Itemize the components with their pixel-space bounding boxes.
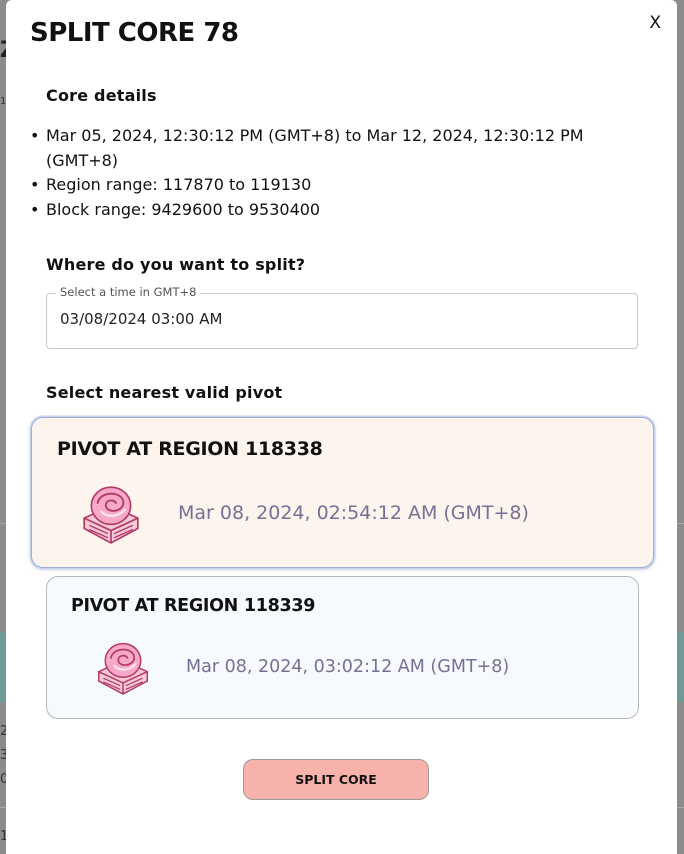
pivot-option-selected[interactable]: PIVOT AT REGION 118338 Mar 08, 2024, 02:… [31,417,654,568]
modal-title: SPLIT CORE 78 [30,18,239,48]
split-time-input[interactable] [60,310,620,328]
pivot-option[interactable]: PIVOT AT REGION 118339 Mar 08, 2024, 03:… [46,576,639,719]
split-time-field: Select a time in GMT+8 [46,285,638,349]
detail-item-region-range: Region range: 117870 to 119130 [30,173,626,198]
close-button[interactable]: X [649,13,661,33]
pivot-title: PIVOT AT REGION 118339 [71,596,316,616]
core-icon [83,486,139,544]
pivot-time: Mar 08, 2024, 02:54:12 AM (GMT+8) [178,502,529,524]
detail-item-period: Mar 05, 2024, 12:30:12 PM (GMT+8) to Mar… [30,124,626,173]
core-icon [97,642,149,695]
split-core-modal: SPLIT CORE 78 X Core details Mar 05, 202… [6,0,677,854]
split-core-button[interactable]: SPLIT CORE [243,759,429,800]
split-time-heading: Where do you want to split? [46,255,306,274]
split-time-label: Select a time in GMT+8 [56,285,201,299]
pivot-heading: Select nearest valid pivot [46,383,283,402]
core-details-heading: Core details [46,86,157,105]
pivot-title: PIVOT AT REGION 118338 [57,438,323,460]
pivot-time: Mar 08, 2024, 03:02:12 AM (GMT+8) [186,657,510,677]
detail-item-block-range: Block range: 9429600 to 9530400 [30,198,626,223]
core-details-list: Mar 05, 2024, 12:30:12 PM (GMT+8) to Mar… [30,124,626,223]
